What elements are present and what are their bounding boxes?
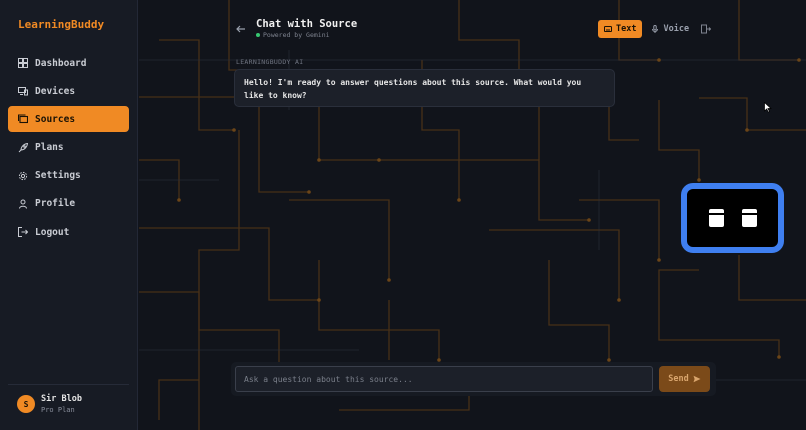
question-input[interactable] (235, 366, 653, 392)
sidebar-item-label: Profile (35, 198, 76, 210)
sidebar-item-plans[interactable]: Plans (8, 135, 129, 161)
sidebar-item-logout[interactable]: Logout (8, 219, 129, 245)
sidebar-item-label: Plans (35, 142, 64, 154)
mode-toggle: Text Voice (598, 20, 695, 38)
sidebar-item-label: Sources (35, 113, 76, 125)
sidebar: LearningBuddy Dashboard Devices Sources … (0, 0, 138, 430)
sidebar-divider (8, 384, 129, 385)
user-plan: Pro Plan (41, 406, 75, 414)
sidebar-item-label: Settings (35, 170, 81, 182)
rocket-icon (18, 142, 28, 152)
powered-by: Powered by Gemini (256, 31, 330, 39)
mouse-cursor-icon (764, 102, 772, 113)
sidebar-item-label: Devices (35, 85, 76, 97)
chat-panel: Chat with Source Powered by Gemini Text … (139, 0, 806, 430)
page-title: Chat with Source (256, 18, 358, 30)
sidebar-item-settings[interactable]: Settings (8, 163, 129, 189)
avatar: S (17, 395, 35, 413)
send-button[interactable]: Send (659, 366, 710, 392)
dashboard-icon (18, 58, 28, 68)
text-mode-button[interactable]: Text (598, 20, 643, 38)
message-composer: Send (231, 362, 716, 396)
keyboard-icon (604, 26, 612, 32)
voice-mode-label: Voice (663, 24, 690, 34)
send-icon (693, 375, 701, 383)
sidebar-item-profile[interactable]: Profile (8, 191, 129, 217)
status-dot-icon (256, 33, 260, 37)
sidebar-item-label: Dashboard (35, 57, 87, 69)
message-sender: LEARNINGBUDDY AI (236, 58, 304, 66)
user-icon (19, 199, 27, 209)
text-mode-label: Text (616, 24, 637, 34)
robot-eye-left (709, 209, 724, 227)
powered-by-label: Powered by Gemini (263, 31, 330, 39)
gear-icon (18, 171, 28, 180)
sidebar-nav: Dashboard Devices Sources Plans Settings… (8, 50, 129, 247)
microphone-icon (652, 25, 659, 33)
robot-avatar (681, 183, 784, 253)
sidebar-item-devices[interactable]: Devices (8, 78, 129, 104)
back-arrow-icon[interactable] (235, 23, 247, 35)
send-label: Send (668, 374, 689, 384)
brand-logo[interactable]: LearningBuddy (18, 18, 104, 31)
message-bubble: Hello! I'm ready to answer questions abo… (234, 69, 615, 107)
sidebar-item-sources[interactable]: Sources (8, 106, 129, 133)
user-profile[interactable]: S Sir Blob Pro Plan (17, 394, 82, 414)
exit-icon[interactable] (701, 24, 711, 34)
sidebar-item-dashboard[interactable]: Dashboard (8, 50, 129, 76)
user-name: Sir Blob (41, 394, 82, 404)
sources-icon (18, 114, 28, 124)
sidebar-item-label: Logout (35, 226, 70, 238)
robot-eye-right (742, 209, 757, 227)
devices-icon (18, 87, 28, 96)
voice-mode-button[interactable]: Voice (645, 20, 695, 38)
logout-icon (18, 227, 28, 238)
